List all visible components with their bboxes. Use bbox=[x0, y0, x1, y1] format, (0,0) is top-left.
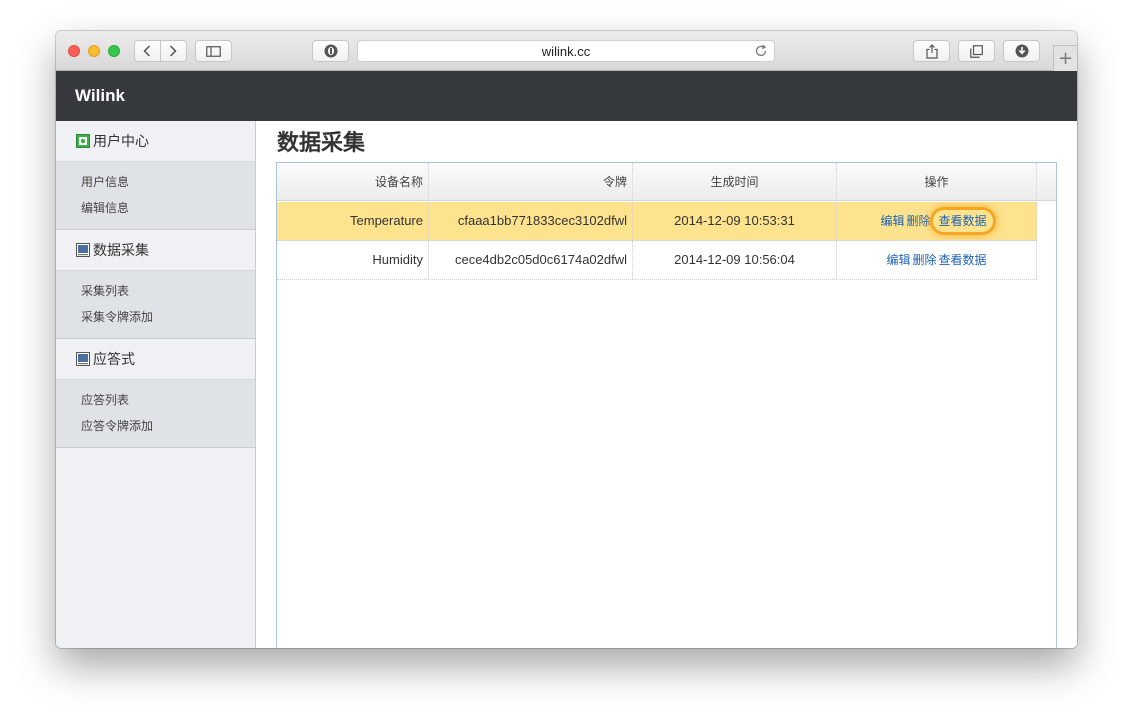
table-row[interactable]: Humidity cece4db2c05d0c6174a02dfwl 2014-… bbox=[277, 241, 1037, 280]
column-header-device-name[interactable]: 设备名称 bbox=[277, 163, 429, 201]
share-icon bbox=[925, 43, 938, 59]
view-data-link[interactable]: 查看数据 bbox=[932, 210, 993, 232]
sidebar-section-data-collection[interactable]: 数据采集 bbox=[56, 230, 255, 271]
sidebar-section-response[interactable]: 应答式 bbox=[56, 339, 255, 380]
user-center-icon bbox=[76, 134, 90, 148]
column-header-actions[interactable]: 操作 bbox=[837, 163, 1037, 201]
column-header-spacer bbox=[1037, 163, 1056, 201]
cell-created-time: 2014-12-09 10:53:31 bbox=[633, 202, 837, 240]
sidebar-item-add-collection-token[interactable]: 采集令牌添加 bbox=[81, 304, 255, 330]
chevron-left-icon bbox=[143, 45, 151, 57]
cell-actions: 编辑 删除 查看数据 bbox=[837, 202, 1037, 240]
column-header-token[interactable]: 令牌 bbox=[429, 163, 633, 201]
new-tab-button[interactable]: + bbox=[1053, 45, 1077, 71]
forward-button[interactable] bbox=[160, 40, 187, 62]
monitor-icon bbox=[76, 352, 90, 366]
close-window-button[interactable] bbox=[68, 45, 80, 57]
plus-icon: + bbox=[1057, 48, 1074, 69]
ghost-icon bbox=[324, 44, 337, 58]
column-header-created-time[interactable]: 生成时间 bbox=[633, 163, 837, 201]
ghostery-button[interactable] bbox=[312, 40, 349, 62]
reload-icon[interactable] bbox=[754, 44, 768, 58]
address-url: wilink.cc bbox=[541, 43, 591, 59]
site-header: Wilink bbox=[56, 71, 1077, 121]
sidebar-toggle-button[interactable] bbox=[195, 40, 232, 62]
tabs-icon bbox=[970, 44, 983, 58]
sidebar-section-response-items: 应答列表 应答令牌添加 bbox=[56, 380, 255, 448]
maximize-window-button[interactable] bbox=[108, 45, 120, 57]
cell-device-name: Temperature bbox=[277, 202, 429, 240]
cell-token: cece4db2c05d0c6174a02dfwl bbox=[429, 241, 633, 279]
browser-window: wilink.cc + Wilink 用户中心 用户信息 编辑信息 数据采集 采… bbox=[56, 31, 1077, 648]
data-grid: 设备名称 令牌 生成时间 操作 Temperature cfaaa1bb7718… bbox=[276, 162, 1057, 648]
download-icon bbox=[1015, 44, 1028, 58]
chevron-right-icon bbox=[170, 45, 177, 57]
delete-link[interactable]: 删除 bbox=[912, 253, 936, 267]
view-data-link[interactable]: 查看数据 bbox=[939, 253, 987, 267]
sidebar-section-data-collection-items: 采集列表 采集令牌添加 bbox=[56, 271, 255, 339]
grid-header: 设备名称 令牌 生成时间 操作 bbox=[277, 163, 1056, 201]
sidebar-icon bbox=[206, 45, 221, 57]
sidebar-section-user-center[interactable]: 用户中心 bbox=[56, 121, 255, 162]
table-row[interactable]: Temperature cfaaa1bb771833cec3102dfwl 20… bbox=[277, 202, 1037, 241]
cell-device-name: Humidity bbox=[277, 241, 429, 279]
back-button[interactable] bbox=[134, 40, 161, 62]
sidebar-item-edit-info[interactable]: 编辑信息 bbox=[81, 195, 255, 221]
edit-link[interactable]: 编辑 bbox=[880, 214, 904, 228]
main-content: 数据采集 设备名称 令牌 生成时间 操作 Temperature cfaaa1b… bbox=[257, 121, 1077, 648]
sidebar-item-add-response-token[interactable]: 应答令牌添加 bbox=[81, 413, 255, 439]
cell-created-time: 2014-12-09 10:56:04 bbox=[633, 241, 837, 279]
section-title: 应答式 bbox=[93, 352, 135, 368]
cell-actions: 编辑 删除 查看数据 bbox=[837, 241, 1037, 279]
page-title: 数据采集 bbox=[277, 131, 366, 156]
section-title: 用户中心 bbox=[93, 134, 149, 150]
delete-link[interactable]: 删除 bbox=[906, 214, 930, 228]
downloads-button[interactable] bbox=[1003, 40, 1040, 62]
nav-buttons bbox=[134, 40, 187, 62]
address-bar[interactable]: wilink.cc bbox=[357, 40, 775, 62]
monitor-icon bbox=[76, 243, 90, 257]
browser-toolbar: wilink.cc + bbox=[56, 31, 1077, 71]
sidebar-item-collection-list[interactable]: 采集列表 bbox=[81, 278, 255, 304]
tabs-overview-button[interactable] bbox=[958, 40, 995, 62]
edit-link[interactable]: 编辑 bbox=[886, 253, 910, 267]
section-title: 数据采集 bbox=[93, 243, 149, 259]
sidebar-item-response-list[interactable]: 应答列表 bbox=[81, 387, 255, 413]
sidebar: 用户中心 用户信息 编辑信息 数据采集 采集列表 采集令牌添加 应答式 应答列表… bbox=[56, 121, 256, 648]
share-button[interactable] bbox=[913, 40, 950, 62]
minimize-window-button[interactable] bbox=[88, 45, 100, 57]
site-brand[interactable]: Wilink bbox=[75, 86, 125, 106]
sidebar-section-user-center-items: 用户信息 编辑信息 bbox=[56, 162, 255, 230]
cell-token: cfaaa1bb771833cec3102dfwl bbox=[429, 202, 633, 240]
sidebar-item-user-info[interactable]: 用户信息 bbox=[81, 169, 255, 195]
